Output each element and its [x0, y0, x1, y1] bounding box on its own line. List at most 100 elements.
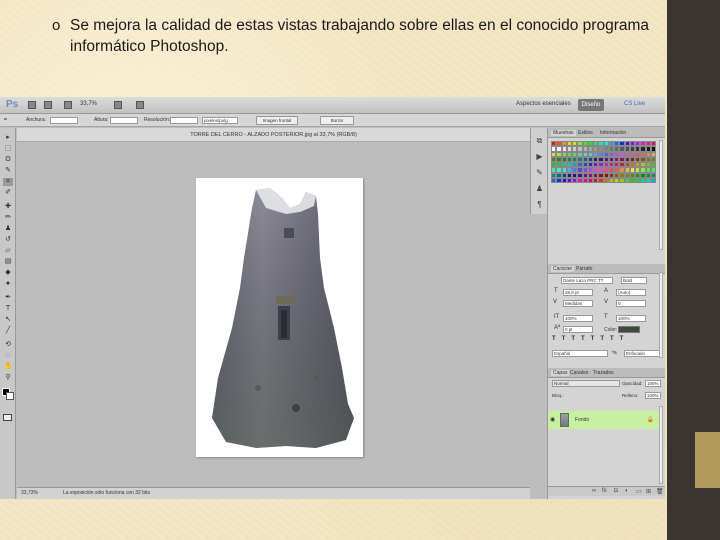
layer-mask-icon[interactable]: ◘	[614, 488, 618, 494]
document-tab[interactable]: TORRE DEL CERRO - ALZADO POSTERIOR.jpg a…	[17, 128, 530, 142]
clone-source-icon[interactable]: ♟	[535, 184, 544, 193]
kerning-field[interactable]: Medidas	[563, 300, 593, 307]
color-label: Color:	[604, 327, 618, 333]
tracking-field[interactable]: 0	[616, 300, 646, 307]
design-workspace-button[interactable]: Diseño	[578, 99, 604, 111]
tab-channels[interactable]: Canales	[570, 370, 588, 376]
text-color-swatch[interactable]	[618, 326, 640, 333]
status-zoom[interactable]: 33,73%	[21, 488, 38, 499]
status-message: La exposición sólo funciona con 32 bits	[63, 490, 151, 496]
actions-panel-icon[interactable]: ▶	[535, 152, 544, 161]
zoom-level[interactable]: 33,7%	[80, 101, 97, 107]
height-field[interactable]	[110, 117, 138, 124]
new-group-icon[interactable]: ▭	[636, 488, 642, 495]
pen-tool-icon[interactable]: ✒	[3, 294, 13, 302]
history-panel-icon[interactable]: ⧉	[535, 136, 544, 145]
tab-info[interactable]: Información	[600, 130, 626, 136]
document-title: TORRE DEL CERRO - ALZADO POSTERIOR.jpg a…	[190, 132, 357, 138]
tab-paragraph[interactable]: Párrafo	[576, 266, 592, 272]
swatches-grid[interactable]	[551, 141, 656, 185]
eyedropper-tool-icon[interactable]: ✐	[3, 189, 13, 197]
vertical-scale-field[interactable]: 100%	[563, 315, 593, 322]
vertical-scale-icon: IT	[554, 314, 560, 320]
horizontal-scale-field[interactable]: 100%	[616, 315, 646, 322]
workspace-essentials[interactable]: Aspectos esenciales	[516, 101, 571, 107]
front-image-button[interactable]: Imagen frontal	[256, 116, 298, 125]
tab-swatches[interactable]: Muestras	[551, 130, 576, 136]
healing-tool-icon[interactable]: ✚	[3, 203, 13, 211]
clear-button[interactable]: Borrar	[320, 116, 354, 125]
quick-select-tool-icon[interactable]: ✎	[3, 167, 13, 175]
blend-mode-select[interactable]: Normal	[552, 380, 620, 387]
move-tool-icon[interactable]: ▸	[3, 134, 13, 142]
eraser-tool-icon[interactable]: ▱	[3, 247, 13, 255]
crop-tool-icon[interactable]: ⌗	[3, 178, 13, 186]
crop-tool-icon[interactable]: ⌗	[4, 117, 7, 123]
eye-icon[interactable]: ◉	[550, 416, 555, 423]
brush-tool-icon[interactable]: ✏	[3, 214, 13, 222]
character-scrollbar[interactable]	[659, 272, 663, 358]
canvas-area[interactable]	[17, 142, 530, 487]
adjustment-layer-icon[interactable]: ◐	[625, 488, 629, 494]
type-tool-icon[interactable]: T	[3, 305, 13, 313]
layers-scrollbar[interactable]	[659, 406, 663, 484]
marquee-tool-icon[interactable]: ⬚	[3, 145, 13, 153]
leading-field[interactable]: (Auto)	[616, 289, 646, 296]
3d-rotate-tool-icon[interactable]: ⟲	[3, 341, 13, 349]
gradient-tool-icon[interactable]: ▤	[3, 258, 13, 266]
resolution-label: Resolución:	[144, 117, 171, 123]
3d-orbit-tool-icon[interactable]: ◌	[3, 352, 13, 360]
stamp-tool-icon[interactable]: ♟	[3, 225, 13, 233]
tab-layers[interactable]: Capas	[551, 370, 570, 376]
tools-panel: ▸ ⬚ ʘ ✎ ⌗ ✐ ✚ ✏ ♟ ↺ ▱ ▤ ◆ ● ✒ T ↖ ╱ ⟲ ◌ …	[0, 128, 16, 499]
resolution-unit-select[interactable]: pixeles/pulg.	[202, 117, 238, 124]
fill-field[interactable]: 100%	[645, 392, 661, 399]
bridge-icon[interactable]	[28, 101, 36, 109]
layer-row-background[interactable]: ◉ Fondo 🔒	[548, 411, 660, 429]
width-field[interactable]	[50, 117, 78, 124]
extras-icon[interactable]	[64, 101, 72, 109]
quick-mask-icon[interactable]	[3, 414, 12, 421]
layer-thumbnail	[560, 413, 569, 427]
lasso-tool-icon[interactable]: ʘ	[3, 156, 13, 164]
font-style-select[interactable]: Bold	[621, 277, 647, 284]
shape-tool-icon[interactable]: ╱	[3, 327, 13, 335]
font-family-select[interactable]: Dante Lazo PRC TT	[561, 277, 613, 284]
delete-layer-icon[interactable]: 🗑	[656, 488, 664, 495]
type-style-buttons[interactable]: TTTTTTTT	[552, 336, 629, 342]
tab-paths[interactable]: Trazados	[593, 370, 614, 376]
zoom-tool-icon[interactable]: ⚲	[3, 374, 13, 382]
screen-mode-icon[interactable]	[136, 101, 144, 109]
arrange-icon[interactable]	[114, 101, 122, 109]
layer-style-icon[interactable]: fx	[602, 488, 607, 494]
swatches-scrollbar[interactable]	[659, 140, 663, 250]
history-brush-icon[interactable]: ↺	[3, 236, 13, 244]
cs-live-button[interactable]: CS Live	[624, 101, 645, 107]
tab-styles[interactable]: Estilos	[578, 130, 593, 136]
background-color-swatch[interactable]	[6, 392, 14, 400]
document-canvas[interactable]	[196, 178, 363, 457]
photoshop-logo: Ps	[6, 99, 19, 110]
resolution-field[interactable]	[170, 117, 198, 124]
opacity-field[interactable]: 100%	[645, 380, 661, 387]
path-select-tool-icon[interactable]: ↖	[3, 316, 13, 324]
blur-tool-icon[interactable]: ◆	[3, 269, 13, 277]
horizontal-scale-icon: T	[604, 314, 608, 320]
opacity-label: Opacidad:	[622, 381, 643, 386]
new-layer-icon[interactable]: ⊞	[646, 488, 651, 495]
fill-label: Relleno:	[622, 393, 639, 398]
minibridge-icon[interactable]	[44, 101, 52, 109]
swatches-panel-tabs: Muestras Estilos Información	[548, 128, 665, 138]
brush-panel-icon[interactable]: ✎	[535, 168, 544, 177]
tab-character[interactable]: Carácter	[551, 266, 575, 272]
dodge-tool-icon[interactable]: ●	[3, 280, 13, 288]
hand-tool-icon[interactable]: ✋	[3, 363, 13, 371]
color-swatch[interactable]	[650, 178, 656, 184]
language-select[interactable]: Español	[552, 350, 608, 357]
font-size-field[interactable]: 25,6 pt	[563, 289, 593, 296]
baseline-field[interactable]: 0 pt	[563, 326, 593, 333]
layers-panel-tabs: Capas Canales Trazados	[548, 368, 665, 378]
link-layers-icon[interactable]: ∞	[592, 488, 596, 494]
paragraph-panel-icon[interactable]: ¶	[535, 200, 544, 209]
antialias-select[interactable]: Enfocado	[624, 350, 660, 357]
